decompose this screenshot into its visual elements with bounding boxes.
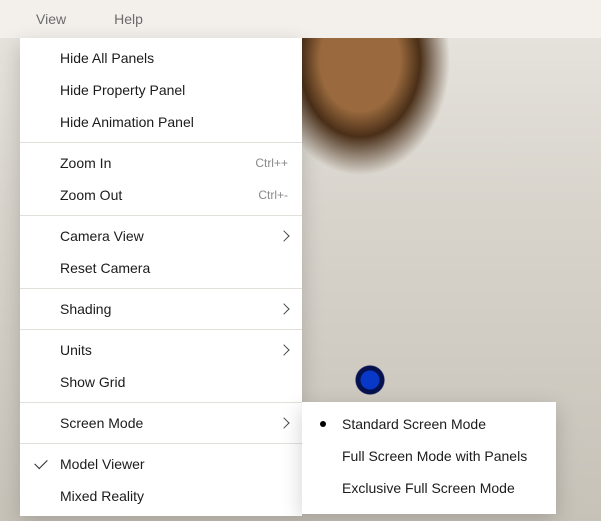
menu-item-label: Hide Animation Panel — [60, 114, 288, 130]
menu-item-shortcut: Ctrl++ — [255, 156, 288, 170]
menu-item-label: Shading — [60, 301, 280, 317]
view-menu-dropdown: Hide All Panels Hide Property Panel Hide… — [20, 38, 302, 516]
menu-item-label: Units — [60, 342, 280, 358]
menu-item-hide-property-panel[interactable]: Hide Property Panel — [20, 74, 302, 106]
chevron-right-icon — [278, 303, 289, 314]
chevron-right-icon — [278, 344, 289, 355]
submenu-item-exclusive-full-screen[interactable]: Exclusive Full Screen Mode — [302, 472, 556, 504]
check-icon — [34, 457, 48, 471]
menu-item-label: Screen Mode — [60, 415, 280, 431]
chevron-right-icon — [278, 230, 289, 241]
menu-item-camera-view[interactable]: Camera View — [20, 220, 302, 252]
menu-item-label: Zoom Out — [60, 187, 258, 203]
menu-item-model-viewer[interactable]: Model Viewer — [20, 448, 302, 480]
menu-item-label: Reset Camera — [60, 260, 288, 276]
submenu-item-standard-screen-mode[interactable]: Standard Screen Mode — [302, 408, 556, 440]
menu-view[interactable]: View — [36, 11, 66, 27]
menu-item-screen-mode[interactable]: Screen Mode — [20, 407, 302, 439]
menu-item-mixed-reality[interactable]: Mixed Reality — [20, 480, 302, 512]
menu-item-zoom-in[interactable]: Zoom In Ctrl++ — [20, 147, 302, 179]
menu-item-label: Hide All Panels — [60, 50, 288, 66]
menubar: View Help — [0, 0, 601, 38]
menu-item-label: Zoom In — [60, 155, 255, 171]
menu-item-reset-camera[interactable]: Reset Camera — [20, 252, 302, 284]
menu-help[interactable]: Help — [114, 11, 143, 27]
chevron-right-icon — [278, 417, 289, 428]
submenu-item-label: Full Screen Mode with Panels — [342, 448, 542, 464]
menu-item-hide-animation-panel[interactable]: Hide Animation Panel — [20, 106, 302, 138]
menu-item-label: Hide Property Panel — [60, 82, 288, 98]
menu-item-label: Camera View — [60, 228, 280, 244]
menu-item-shortcut: Ctrl+- — [258, 188, 288, 202]
radio-selected-icon — [320, 421, 326, 427]
submenu-item-full-screen-with-panels[interactable]: Full Screen Mode with Panels — [302, 440, 556, 472]
menu-item-shading[interactable]: Shading — [20, 293, 302, 325]
menu-item-hide-all-panels[interactable]: Hide All Panels — [20, 42, 302, 74]
menu-item-label: Mixed Reality — [60, 488, 288, 504]
submenu-item-label: Standard Screen Mode — [342, 416, 542, 432]
screen-mode-submenu: Standard Screen Mode Full Screen Mode wi… — [302, 402, 556, 514]
menu-item-units[interactable]: Units — [20, 334, 302, 366]
submenu-item-label: Exclusive Full Screen Mode — [342, 480, 542, 496]
menu-item-zoom-out[interactable]: Zoom Out Ctrl+- — [20, 179, 302, 211]
menu-item-label: Model Viewer — [60, 456, 288, 472]
menu-item-label: Show Grid — [60, 374, 288, 390]
menu-item-show-grid[interactable]: Show Grid — [20, 366, 302, 398]
